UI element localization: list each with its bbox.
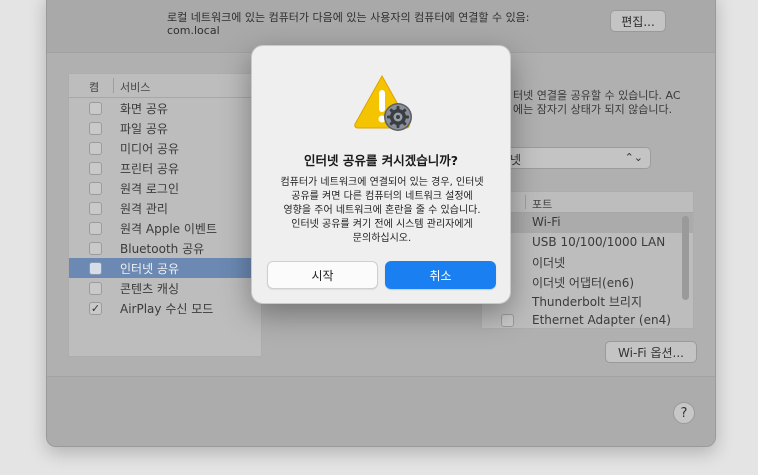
service-checkbox[interactable] [89, 162, 102, 175]
service-checkbox[interactable] [89, 222, 102, 235]
service-label: 파일 공유 [120, 122, 168, 136]
port-row[interactable]: 이더넷 [482, 252, 693, 272]
service-row[interactable]: ✓ AirPlay 수신 모드 [69, 298, 261, 318]
service-label: 인터넷 공유 [120, 262, 180, 276]
service-row[interactable]: 화면 공유 [69, 98, 261, 118]
chevron-updown-icon: ⌃⌄ [624, 151, 643, 164]
port-label: Thunderbolt 브리지 [532, 295, 643, 309]
service-label: Bluetooth 공유 [120, 242, 205, 256]
service-label: 콘텐츠 캐싱 [120, 282, 180, 296]
dialog-message-line: 공유를 켜면 다른 컴퓨터의 네트워크 설정에 [291, 191, 473, 202]
service-row[interactable]: 원격 Apple 이벤트 [69, 218, 261, 238]
service-row[interactable]: 원격 관리 [69, 198, 261, 218]
header-on: 켬 [89, 81, 100, 94]
services-header: 켬 서비스 [69, 74, 261, 98]
port-row[interactable]: Ethernet Adapter (en4) [482, 311, 693, 329]
service-label: 원격 Apple 이벤트 [120, 222, 217, 236]
header-divider [113, 78, 114, 93]
service-label: 프린터 공유 [120, 162, 180, 176]
start-button[interactable]: 시작 [267, 261, 378, 289]
dialog-message: 컴퓨터가 네트워크에 연결되어 있는 경우, 인터넷 공유를 켜면 다른 컴퓨터… [266, 176, 498, 246]
service-row[interactable]: 프린터 공유 [69, 158, 261, 178]
internet-sharing-desc-2: 에는 잠자기 상태가 되지 않습니다. [513, 103, 673, 116]
service-checkbox[interactable] [89, 202, 102, 215]
service-row[interactable]: 미디어 공유 [69, 138, 261, 158]
service-checkbox[interactable] [89, 142, 102, 155]
dialog-message-line: 컴퓨터가 네트워크에 연결되어 있는 경우, 인터넷 [280, 177, 484, 188]
ports-scrollbar[interactable] [682, 216, 689, 300]
services-list: 켬 서비스 화면 공유 파일 공유 미디어 공유 프린터 공유 원격 로그인 원… [68, 73, 262, 357]
service-row[interactable]: 원격 로그인 [69, 178, 261, 198]
service-row[interactable]: 파일 공유 [69, 118, 261, 138]
header-port: 포트 [532, 198, 553, 211]
service-label: 화면 공유 [120, 102, 168, 116]
port-row[interactable]: Wi-Fi [482, 213, 693, 233]
service-checkbox[interactable] [89, 282, 102, 295]
header-service: 서비스 [120, 81, 151, 94]
share-from-select[interactable]: 넷 ⌃⌄ [503, 147, 651, 169]
edit-button[interactable]: 편집... [610, 10, 666, 32]
header-divider [525, 195, 526, 209]
share-from-value: 넷 [510, 153, 522, 167]
service-checkbox[interactable] [89, 102, 102, 115]
service-checkbox[interactable] [89, 262, 102, 275]
port-label: Wi-Fi [532, 215, 561, 229]
port-row[interactable]: Thunderbolt 브리지 [482, 291, 693, 311]
dialog-message-line: 인터넷 공유를 켜기 전에 시스템 관리자에게 [291, 219, 473, 230]
port-checkbox[interactable] [501, 313, 514, 327]
wifi-options-button[interactable]: Wi-Fi 옵션... [605, 341, 697, 363]
service-label: 원격 관리 [120, 202, 168, 216]
service-row[interactable]: Bluetooth 공유 [69, 238, 261, 258]
service-row-internet-sharing[interactable]: 인터넷 공유 [69, 258, 261, 278]
service-checkbox-checked[interactable]: ✓ [89, 302, 102, 315]
service-label: 미디어 공유 [120, 142, 180, 156]
dialog-message-line: 문의하십시오. [352, 233, 412, 244]
port-label: 이더넷 [532, 256, 566, 270]
local-address-value: com.local [167, 24, 220, 37]
port-row[interactable]: USB 10/100/1000 LAN [482, 233, 693, 253]
ports-list: 포트 Wi-Fi USB 10/100/1000 LAN 이더넷 이더넷 어댑터… [481, 191, 694, 329]
dialog-message-line: 영향을 주어 네트워크에 혼란을 줄 수 있습니다. [283, 205, 481, 216]
confirm-dialog: 인터넷 공유를 켜시겠습니까? 컴퓨터가 네트워크에 연결되어 있는 경우, 인… [251, 45, 511, 304]
service-label: AirPlay 수신 모드 [120, 302, 214, 316]
service-row[interactable]: 콘텐츠 캐싱 [69, 278, 261, 298]
cancel-button[interactable]: 취소 [385, 261, 496, 289]
service-checkbox[interactable] [89, 122, 102, 135]
local-address-label: 로컬 네트워크에 있는 컴퓨터가 다음에 있는 사용자의 컴퓨터에 연결할 수 … [167, 11, 530, 24]
service-checkbox[interactable] [89, 182, 102, 195]
warning-gear-icon [354, 74, 412, 131]
service-label: 원격 로그인 [120, 182, 180, 196]
ports-header: 포트 [482, 192, 693, 213]
port-label: 이더넷 어댑터(en6) [532, 275, 635, 290]
service-checkbox[interactable] [89, 242, 102, 255]
bottom-area [47, 376, 715, 446]
port-row[interactable]: 이더넷 어댑터(en6) [482, 272, 693, 292]
dialog-title: 인터넷 공유를 켜시겠습니까? [304, 153, 458, 168]
port-label: Ethernet Adapter (en4) [532, 312, 671, 327]
port-label: USB 10/100/1000 LAN [532, 234, 666, 249]
help-button[interactable]: ? [673, 402, 695, 424]
